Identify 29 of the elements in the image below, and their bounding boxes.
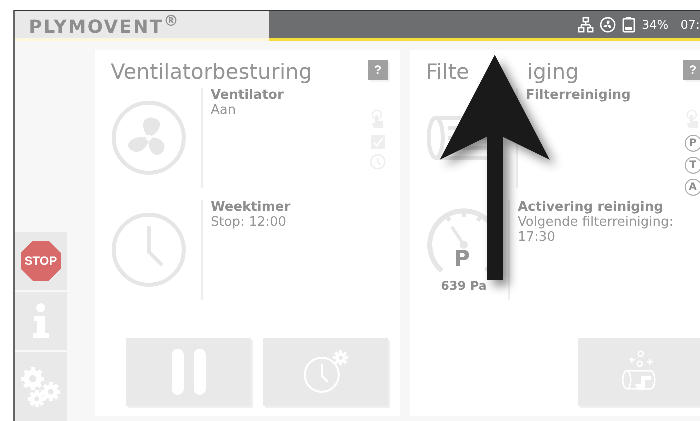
status-value: Volgende filterreiniging: 17:30: [518, 215, 675, 245]
mode-letter: A: [684, 179, 700, 196]
network-icon: [578, 16, 594, 32]
status-label: Weektimer: [211, 200, 291, 215]
info-button[interactable]: [15, 292, 67, 350]
status-label: Filterreiniging: [526, 88, 631, 103]
fan-icon: [600, 16, 616, 32]
status-label: Activering reiniging: [518, 200, 664, 215]
stop-button[interactable]: STOP: [15, 232, 67, 290]
status-value: Stop: 12:00: [211, 215, 288, 230]
battery-level: 34%: [642, 18, 669, 32]
help-button[interactable]: ?: [683, 60, 700, 80]
card-title: Ventilatorbesturing: [111, 60, 312, 84]
settings-button[interactable]: [15, 352, 67, 421]
pressure-reading: 639 Pa: [441, 279, 487, 293]
mode-letter: T: [684, 157, 700, 174]
card-title: Filte: [426, 60, 470, 84]
mode-letter: P: [684, 135, 700, 152]
logo: PLYMOVENT$^{®}$: [29, 12, 180, 38]
gauge-letter: P: [454, 247, 470, 272]
status-value: Aan: [211, 103, 238, 118]
card-title: iging: [527, 60, 580, 84]
battery-icon: [622, 16, 636, 33]
help-button[interactable]: ?: [368, 60, 388, 80]
clock-time: 07:: [680, 18, 700, 32]
fan-icon: [111, 100, 187, 176]
stop-sign-icon: STOP: [21, 241, 61, 281]
clock-icon: [111, 212, 187, 288]
status-label: Ventilator: [211, 88, 284, 103]
